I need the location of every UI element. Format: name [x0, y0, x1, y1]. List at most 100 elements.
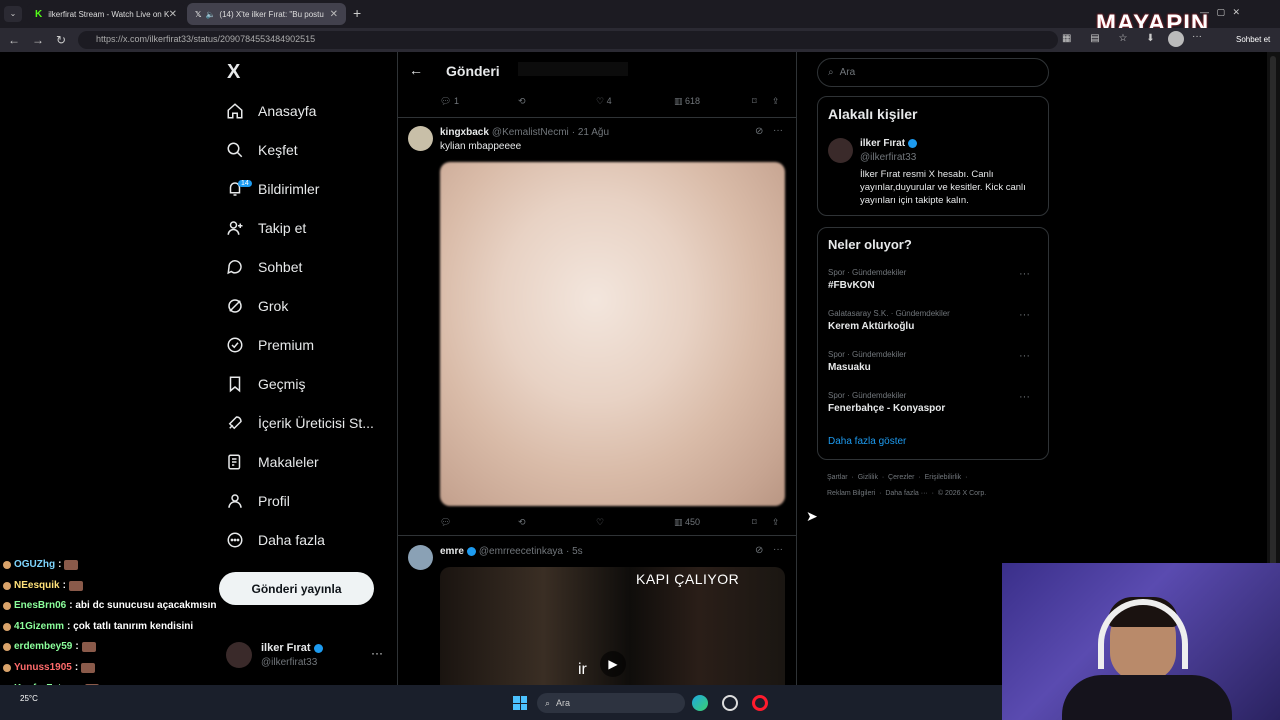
post-video[interactable]: KAPI ÇALIYOR ir ▶ [440, 567, 785, 685]
account-more-icon[interactable]: ··· [371, 646, 383, 660]
trend-item[interactable]: Spor · Gündemdekiler #FBvKON ··· [828, 268, 1040, 291]
sidebar-item-sohbet[interactable]: Sohbet [226, 252, 302, 282]
search-icon: ⌕ [828, 67, 834, 78]
sidebar-item-premium[interactable]: Premium [226, 330, 314, 360]
bookmark-icon[interactable]: ⌑ [752, 517, 757, 528]
chat-username[interactable]: NEesquik [14, 580, 60, 591]
taskbar-search[interactable]: ⌕ Ara [537, 693, 685, 713]
scrollbar-thumb[interactable] [1270, 56, 1276, 616]
post-author[interactable]: kingxback [440, 127, 489, 138]
avatar[interactable] [1168, 31, 1184, 47]
post-button[interactable]: Gönderi yayınla [219, 572, 374, 605]
post-handle[interactable]: @KemalistNecmi [492, 127, 569, 138]
share-icon[interactable]: ⇪ [772, 96, 780, 107]
sidebar-item-bildirimler[interactable]: 14 Bildirimler [226, 174, 319, 204]
search-placeholder: Ara [839, 67, 856, 78]
forward-icon[interactable]: → [32, 33, 44, 47]
play-icon[interactable]: ▶ [600, 651, 626, 677]
back-arrow-icon[interactable]: ← [409, 62, 423, 78]
address-bar[interactable]: https://x.com/ilkerfirat33/status/209078… [78, 31, 1058, 49]
reply-button[interactable]: 💬︎ [440, 517, 451, 528]
post-more-icon[interactable]: ··· [773, 125, 783, 136]
chat-text: : [58, 559, 62, 570]
sidebar-item-makaleler[interactable]: Makaleler [226, 447, 319, 477]
tab-x-post[interactable]: 𝕏 🔈 (14) X'te ilker Fırat: "Bu postu ✕ [187, 3, 346, 25]
footer-links[interactable]: Reklam Bilgileri · Daha fazla ··· · © 20… [827, 490, 986, 497]
grok-icon[interactable]: ⊘ [755, 545, 763, 556]
trend-name: Fenerbahçe - Konyaspor [828, 403, 946, 414]
app-icon[interactable] [722, 695, 738, 711]
avatar[interactable] [408, 545, 433, 570]
tab-label: ilkerfirat Stream - Watch Live on K [48, 9, 169, 19]
tab-kick-stream[interactable]: K ilkerfirat Stream - Watch Live on K ✕ [27, 3, 185, 25]
weather-icon[interactable]: 25°C [20, 694, 38, 703]
chat-username[interactable]: 41Gizemm [14, 621, 64, 632]
chat-text: : çok tatlı tanırım kendisini [67, 621, 194, 632]
search-icon: ⌕ [545, 697, 551, 708]
post-time[interactable]: · 5s [566, 546, 583, 557]
post-more-icon[interactable]: ··· [773, 544, 783, 555]
sidebar-item-takip-et[interactable]: Takip et [226, 213, 306, 243]
more-icon[interactable]: ··· [1192, 31, 1202, 42]
sidebar-item-geçmiş[interactable]: Geçmiş [226, 369, 305, 399]
post-author[interactable]: emre [440, 546, 464, 557]
close-icon[interactable]: ✕ [169, 9, 177, 20]
verified-icon [466, 547, 476, 556]
x-logo[interactable]: X [227, 61, 240, 84]
related-name[interactable]: ilker Fırat [860, 138, 905, 149]
account-switcher[interactable]: ilker Fırat @ilkerfirat33 ··· [226, 640, 386, 674]
avatar[interactable] [828, 138, 853, 163]
repost-button[interactable]: ⟲ [518, 517, 526, 528]
trend-item[interactable]: Spor · Gündemdekiler Masuaku ··· [828, 350, 1040, 373]
sidebar-item-grok[interactable]: Grok [226, 291, 288, 321]
trend-more-icon[interactable]: ··· [1019, 391, 1030, 403]
like-button[interactable]: ♡ 4 [596, 96, 612, 107]
chat-username[interactable]: OGUZhg [14, 559, 55, 570]
close-icon[interactable]: ✕ [330, 9, 338, 20]
post-image[interactable] [440, 162, 785, 506]
sidebar-item-i-çerik-üreticisi-st-[interactable]: İçerik Üreticisi St... [226, 408, 374, 438]
tab-label: (14) X'te ilker Fırat: "Bu postu [219, 9, 324, 19]
trend-more-icon[interactable]: ··· [1019, 268, 1030, 280]
start-icon[interactable] [513, 696, 527, 710]
url-text: https://x.com/ilkerfirat33/status/209078… [96, 34, 316, 44]
chat-username[interactable]: EnesBrn06 [14, 600, 66, 611]
chat-username[interactable]: erdembey59 [14, 641, 72, 652]
chat-message: 41Gizemm: çok tatlı tanırım kendisini [3, 621, 193, 632]
speaker-icon[interactable]: 🔈 [205, 10, 215, 19]
edge-icon[interactable] [692, 695, 708, 711]
search-input[interactable]: ⌕ Ara [817, 58, 1049, 87]
chat-username[interactable]: Yunuss1905 [14, 662, 72, 673]
trend-more-icon[interactable]: ··· [1019, 309, 1030, 321]
toolbar-icons: ▦ ▤ ☆ ⬇ [1062, 33, 1163, 44]
sidebar-item-profil[interactable]: Profil [226, 486, 290, 516]
show-more-link[interactable]: Daha fazla göster [828, 436, 906, 447]
avatar[interactable] [408, 126, 433, 151]
post-handle[interactable]: @emrreecetinkaya [479, 546, 563, 557]
opera-icon[interactable] [752, 695, 768, 711]
sidebar-item-daha-fazla[interactable]: Daha fazla [226, 525, 325, 555]
related-handle[interactable]: @ilkerfirat33 [860, 152, 916, 163]
grok-icon[interactable]: ⊘ [755, 126, 763, 137]
rocket-icon [226, 414, 244, 432]
chat-message: Yunuss1905: [3, 662, 96, 673]
post-time[interactable]: · 21 Ağu [572, 127, 609, 138]
new-tab-button[interactable]: + [353, 5, 361, 21]
trend-item[interactable]: Spor · Gündemdekiler Fenerbahçe - Konyas… [828, 391, 1040, 414]
sidebar-item-anasayfa[interactable]: Anasayfa [226, 96, 316, 126]
reply-button[interactable]: 💬︎ 1 [440, 96, 459, 107]
trend-more-icon[interactable]: ··· [1019, 350, 1030, 362]
views-button[interactable]: ▥ 450 [674, 517, 700, 528]
sidebar-item-keşfet[interactable]: Keşfet [226, 135, 298, 165]
repost-button[interactable]: ⟲ [518, 96, 526, 107]
bookmark-icon[interactable]: ⌑ [752, 96, 757, 107]
tab-list-button[interactable]: ⌄ [4, 6, 22, 22]
views-button[interactable]: ▥ 618 [674, 96, 700, 107]
back-icon[interactable]: ← [8, 33, 20, 47]
footer-links[interactable]: Şartlar · Gizlilik · Çerezler · Erişileb… [827, 474, 967, 481]
like-button[interactable]: ♡ [596, 517, 604, 528]
reload-icon[interactable]: ↻ [56, 33, 66, 47]
share-icon[interactable]: ⇪ [772, 517, 780, 528]
kick-icon: K [35, 8, 43, 20]
trend-item[interactable]: Galatasaray S.K. · Gündemdekiler Kerem A… [828, 309, 1040, 332]
